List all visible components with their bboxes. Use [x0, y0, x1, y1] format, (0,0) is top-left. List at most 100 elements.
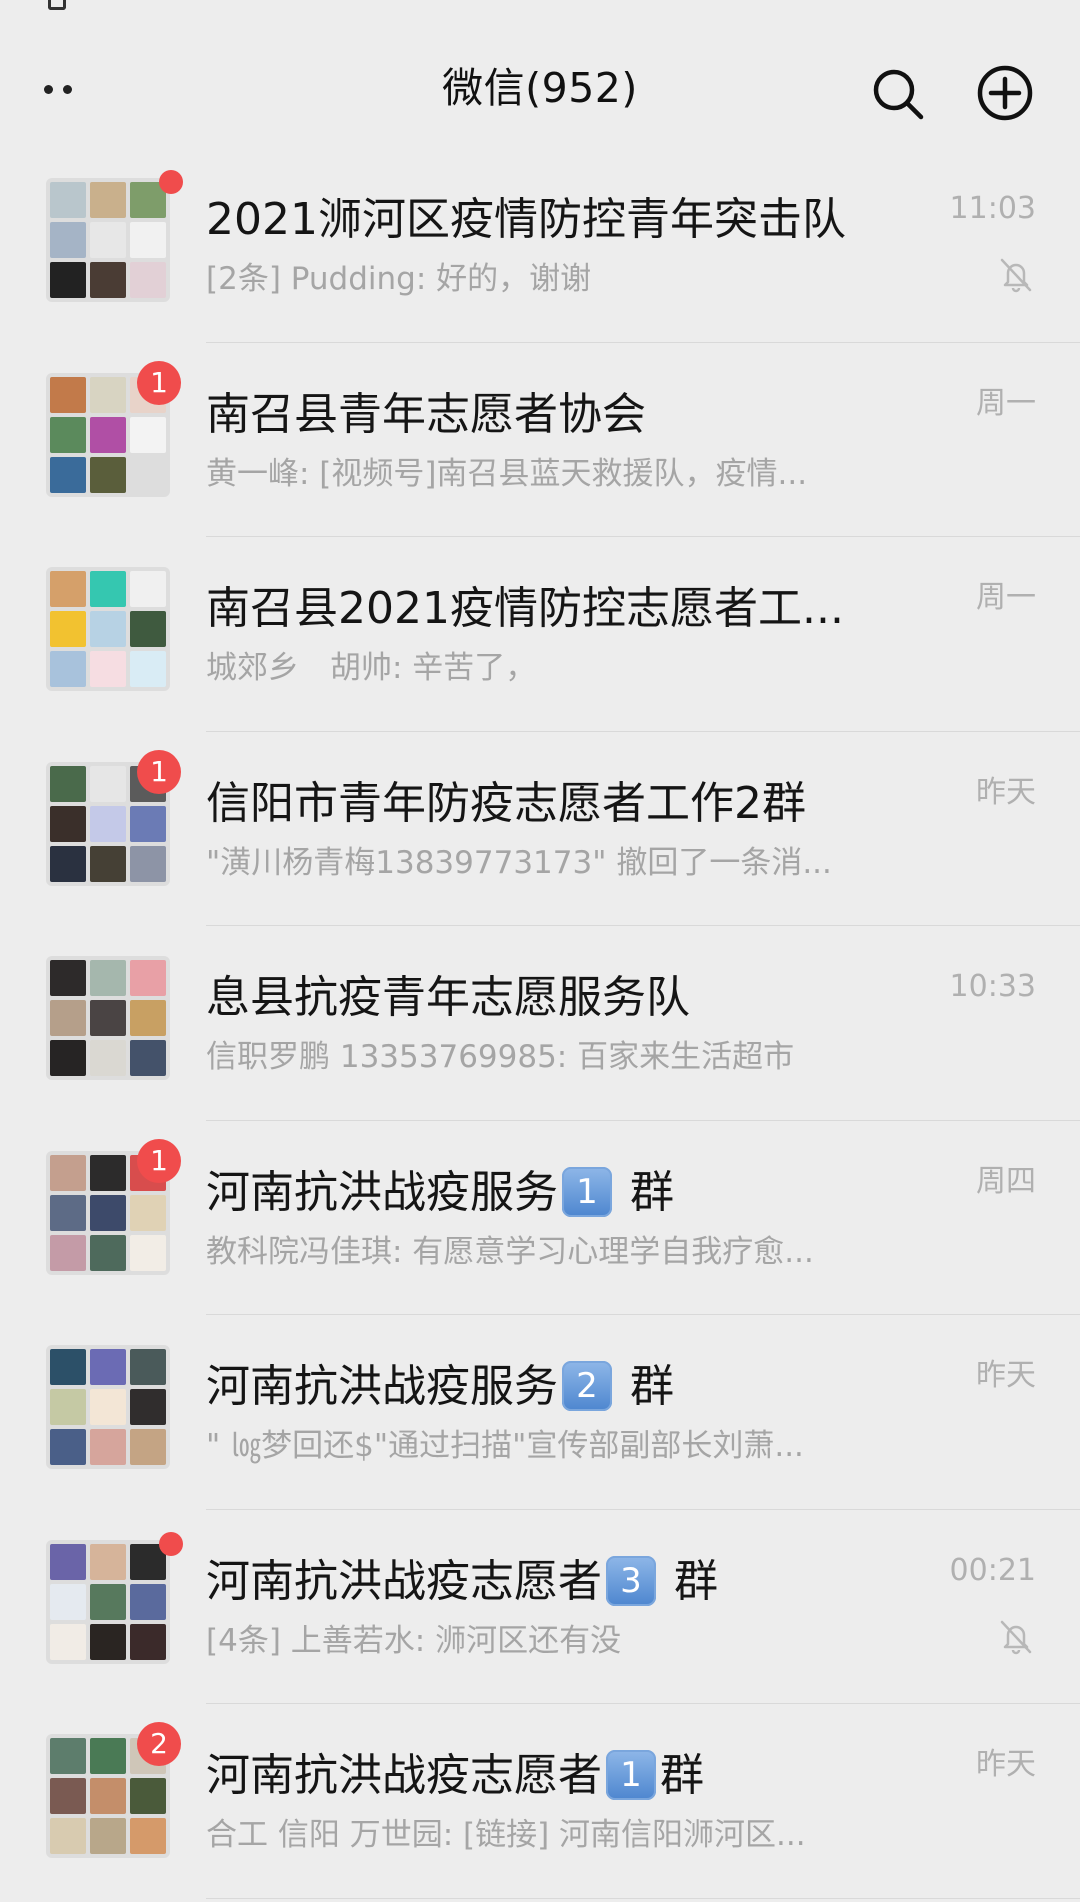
- chat-name: 河南抗洪战疫服务 2 群: [206, 1359, 906, 1417]
- chat-name: 南召县青年志愿者协会: [206, 388, 646, 440]
- chat-time: 00:21: [949, 1552, 1036, 1588]
- chat-name-text: 河南抗洪战疫志愿者: [206, 1555, 602, 1607]
- chat-row[interactable]: 息县抗疫青年志愿服务队 信职罗鹏 13353769985: 百家来生活超市 10:3…: [0, 926, 1080, 1121]
- avatar-tile: [50, 611, 86, 647]
- chat-time: 昨天: [976, 774, 1036, 810]
- dot-icon: [63, 84, 72, 94]
- avatar-tile: [90, 1349, 126, 1385]
- avatar-tile: [90, 960, 126, 996]
- avatar-tile: [50, 376, 86, 413]
- avatar-tile: [90, 1040, 126, 1076]
- number-emoji-icon: 3: [606, 1555, 656, 1606]
- chat-row[interactable]: 河南抗洪战疫服务 2 群 " ㏒梦回还$"通过扫描"宣传部副部长刘萧... 昨天: [0, 1315, 1080, 1510]
- avatar-tile: [90, 222, 126, 258]
- avatar-tile: [130, 1234, 166, 1271]
- message-preview: [2条] Pudding: 好的，谢谢: [206, 261, 592, 297]
- message-preview: 黄一峰: [视频号]南召县蓝天救援队，疫情...: [206, 455, 808, 492]
- chat-row[interactable]: 1 河南抗洪战疫服务 1 群教科院冯佳琪: 有愿意学习心理学自我疗愈... 周四: [0, 1121, 1080, 1316]
- avatar-tile: [130, 1040, 166, 1076]
- avatar-tile: [50, 1389, 86, 1425]
- message-preview: 教科院冯佳琪: 有愿意学习心理学自我疗愈...: [206, 1233, 814, 1270]
- chat-name: 河南抗洪战疫服务 1 群: [206, 1165, 906, 1223]
- more-options-button[interactable]: [44, 74, 94, 104]
- avatar-tile: [50, 1194, 86, 1231]
- avatar-tile: [90, 1389, 126, 1425]
- chat-name-text: 河南抗洪战疫志愿者: [206, 1750, 602, 1801]
- message-preview: " ㏒梦回还$"通过扫描"宣传部副部长刘萧...: [206, 1428, 804, 1464]
- chat-row[interactable]: 1 信阳市青年防疫志愿者工作2群 "潢川杨青梅13839773173" 撤回了一条消…: [0, 732, 1080, 927]
- message-preview: 城郊乡 胡帅: 辛苦了，: [206, 650, 537, 686]
- add-circle-icon[interactable]: [976, 64, 1034, 122]
- avatar-tile: [50, 262, 86, 298]
- chat-row[interactable]: 2021浉河区疫情防控青年突击队 [2条] Pudding: 好的，谢谢 11:03: [0, 148, 1080, 343]
- avatar-tile: [130, 1349, 166, 1385]
- avatar-tile: [90, 805, 126, 842]
- chat-row[interactable]: 南召县2021疫情防控志愿者工... 城郊乡 胡帅: 辛苦了， 周一: [0, 537, 1080, 732]
- unread-dot: [159, 1531, 183, 1556]
- message-preview: [4条] 上善若水: 浉河区还有没: [206, 1622, 622, 1659]
- avatar-tile: [130, 1818, 166, 1854]
- chat-name-text: 河南抗洪战疫服务: [206, 1166, 558, 1218]
- avatar-tile: [90, 1154, 126, 1191]
- avatar-tile: [130, 571, 166, 607]
- avatar-tile: [90, 1738, 126, 1774]
- avatar-tile: [130, 1000, 166, 1036]
- avatar-tile: [50, 1583, 86, 1620]
- message-preview: 信职罗鹏 13353769985: 百家来生活超市: [206, 1039, 795, 1075]
- avatar-tile: [50, 1429, 86, 1465]
- avatar-tile: [50, 416, 86, 453]
- avatar-tile: [50, 456, 86, 493]
- group-avatar[interactable]: [46, 1539, 170, 1664]
- avatar-tile: [90, 1778, 126, 1814]
- message-preview: "潢川杨青梅13839773173" 撤回了一条消...: [206, 844, 832, 881]
- avatar-tile: [90, 611, 126, 647]
- avatar-tile: [90, 571, 126, 607]
- avatar-tile: [130, 960, 166, 996]
- avatar-tile: [130, 611, 166, 647]
- chat-row[interactable]: 河南抗洪战疫志愿者 3 群 [4条] 上善若水: 浉河区还有没 00:21: [0, 1510, 1080, 1705]
- chat-time: 昨天: [976, 1747, 1036, 1782]
- chat-list: 2021浉河区疫情防控青年突击队 [2条] Pudding: 好的，谢谢 11:03…: [0, 148, 1080, 1899]
- chat-name: 河南抗洪战疫志愿者 3 群: [206, 1554, 906, 1612]
- unread-dot: [159, 170, 183, 194]
- avatar-tile: [50, 1818, 86, 1854]
- avatar-tile: [50, 1349, 86, 1385]
- avatar-tile: [90, 416, 126, 453]
- search-icon[interactable]: [870, 66, 926, 122]
- avatar-tile: [50, 1778, 86, 1814]
- avatar-tile: [90, 845, 126, 882]
- avatar-tile: [50, 1000, 86, 1036]
- avatar-tile: [90, 376, 126, 413]
- chat-time: 10:33: [949, 969, 1036, 1004]
- avatar-tile: [90, 1234, 126, 1271]
- avatar-tile: [90, 1818, 126, 1854]
- group-avatar[interactable]: [46, 956, 170, 1080]
- number-emoji-icon: 2: [562, 1361, 612, 1411]
- avatar-tile: [130, 651, 166, 687]
- avatar-tile: [130, 456, 166, 493]
- chat-row[interactable]: 2 河南抗洪战疫志愿者 1 群合工 信阳 万世园: [链接] 河南信阳浉河区... 昨天: [0, 1704, 1080, 1899]
- avatar-tile: [90, 1623, 126, 1660]
- avatar-tile: [130, 1778, 166, 1814]
- avatar-tile: [90, 456, 126, 493]
- message-preview: 合工 信阳 万世园: [链接] 河南信阳浉河区...: [206, 1817, 806, 1853]
- avatar-tile: [50, 1234, 86, 1271]
- app-header: 微信(952): [0, 16, 1080, 152]
- unread-badge: 1: [137, 360, 181, 405]
- chat-row[interactable]: 1 南召县青年志愿者协会 黄一峰: [视频号]南召县蓝天救援队，疫情... 周一: [0, 343, 1080, 538]
- group-avatar[interactable]: [46, 1345, 170, 1469]
- group-avatar[interactable]: [46, 178, 170, 302]
- group-avatar[interactable]: [46, 567, 170, 691]
- avatar-tile: [130, 262, 166, 298]
- chat-time: 11:03: [949, 191, 1036, 226]
- chat-name-text: 河南抗洪战疫服务: [206, 1361, 558, 1412]
- avatar-tile: [50, 182, 86, 218]
- avatar-tile: [130, 845, 166, 882]
- avatar-tile: [90, 651, 126, 687]
- chat-name-suffix: 群: [616, 1166, 674, 1218]
- avatar-tile: [50, 571, 86, 607]
- unread-badge: 2: [137, 1722, 181, 1766]
- avatar-tile: [130, 1194, 166, 1231]
- avatar-tile: [90, 1583, 126, 1620]
- chat-time: 周四: [976, 1163, 1036, 1199]
